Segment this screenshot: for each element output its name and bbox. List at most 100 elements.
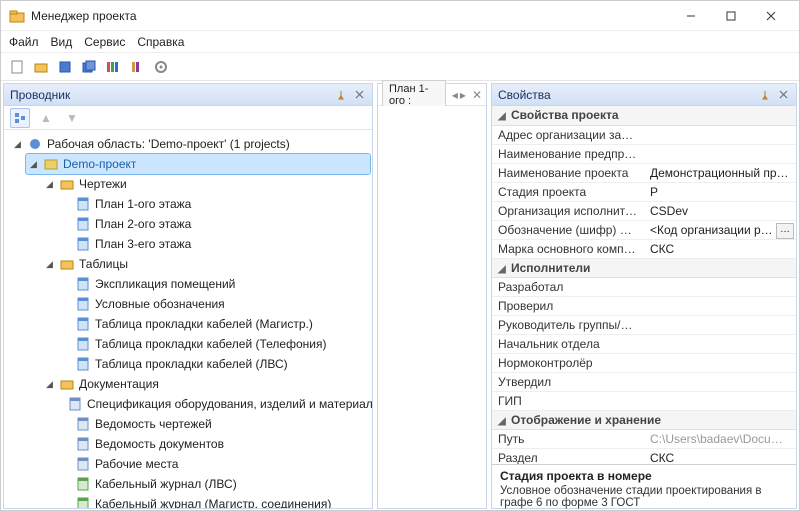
open-icon[interactable]	[31, 57, 51, 77]
properties-panel: Свойства ◢Свойства проекта Адрес организ…	[491, 83, 797, 509]
tree-item[interactable]: ·Таблица прокладки кабелей (ЛВС)	[58, 354, 370, 374]
tree-item-label: Экспликация помещений	[95, 275, 235, 293]
prop-value[interactable]	[644, 296, 796, 315]
tree-item[interactable]: ·Кабельный журнал (ЛВС)	[58, 474, 370, 494]
folder-icon	[59, 376, 75, 392]
prop-label: Организация исполнитель проекта	[492, 201, 644, 220]
collapse-icon[interactable]: ◢	[44, 379, 55, 390]
prop-value[interactable]	[644, 372, 796, 391]
docs-label[interactable]: Документация	[79, 375, 159, 393]
nav-close-icon[interactable]: ✕	[472, 88, 482, 102]
toolbar	[1, 53, 799, 81]
group-project[interactable]: Свойства проекта	[511, 108, 619, 122]
tree-item[interactable]: ·План 1-ого этажа	[58, 194, 370, 214]
project-icon	[43, 156, 59, 172]
down-arrow-icon[interactable]: ▼	[62, 108, 82, 128]
group-executors[interactable]: Исполнители	[511, 261, 590, 275]
workspace-icon	[27, 136, 43, 152]
tree-item[interactable]: ·Ведомость документов	[58, 434, 370, 454]
close-panel-icon[interactable]	[776, 88, 790, 102]
pin-icon[interactable]	[334, 88, 348, 102]
prop-value[interactable]	[644, 144, 796, 163]
collapse-icon[interactable]: ◢	[28, 159, 39, 170]
table-icon	[75, 336, 91, 352]
property-grid[interactable]: ◢Свойства проекта Адрес организации зака…	[492, 106, 796, 464]
tree-item[interactable]: ·Таблица прокладки кабелей (Магистр.)	[58, 314, 370, 334]
tree-item-label: План 3-его этажа	[95, 235, 191, 253]
explorer-title: Проводник	[10, 88, 70, 102]
tree-item[interactable]: ·Рабочие места	[58, 454, 370, 474]
close-panel-icon[interactable]	[352, 88, 366, 102]
drawing-icon	[75, 216, 91, 232]
prop-value[interactable]	[644, 391, 796, 410]
menu-view[interactable]: Вид	[51, 35, 73, 49]
prop-value[interactable]: Р	[644, 182, 796, 201]
prop-value[interactable]: C:\Users\badaev\Documents\Пр	[644, 429, 796, 448]
tree-item[interactable]: ·Условные обозначения	[58, 294, 370, 314]
tree-view-icon[interactable]	[10, 108, 30, 128]
collapse-icon[interactable]: ◢	[12, 139, 23, 150]
up-arrow-icon[interactable]: ▲	[36, 108, 56, 128]
table-icon	[75, 296, 91, 312]
menu-service[interactable]: Сервис	[84, 35, 125, 49]
plan-tab[interactable]: План 1-ого :	[382, 80, 446, 109]
prop-value[interactable]: Демонстрационный проект	[644, 163, 796, 182]
folder-icon	[59, 256, 75, 272]
tree-item-label: Кабельный журнал (Магистр. соединения)	[95, 495, 331, 508]
window-title: Менеджер проекта	[31, 9, 671, 23]
saveall-icon[interactable]	[79, 57, 99, 77]
document-icon	[67, 396, 83, 412]
menu-file[interactable]: Файл	[9, 35, 39, 49]
tree-item[interactable]: ·План 2-ого этажа	[58, 214, 370, 234]
document-icon	[75, 436, 91, 452]
books-icon[interactable]	[103, 57, 123, 77]
tables-label[interactable]: Таблицы	[79, 255, 128, 273]
document-icon	[75, 456, 91, 472]
prop-value[interactable]: СКС	[644, 239, 796, 258]
nav-prev-icon[interactable]: ◂	[452, 88, 458, 102]
collapse-icon[interactable]: ◢	[44, 259, 55, 270]
pin-icon[interactable]	[758, 88, 772, 102]
nav-next-icon[interactable]: ▸	[460, 88, 466, 102]
books2-icon[interactable]	[127, 57, 147, 77]
tree-item-label: План 1-ого этажа	[95, 195, 191, 213]
tree-item[interactable]: ·Экспликация помещений	[58, 274, 370, 294]
prop-label: Начальник отдела	[492, 334, 644, 353]
prop-label: Проверил	[492, 296, 644, 315]
prop-value[interactable]	[644, 277, 796, 296]
prop-value[interactable]	[644, 125, 796, 144]
tree-item-label: Ведомость документов	[95, 435, 224, 453]
project-tree[interactable]: ◢ Рабочая область: 'Demo-проект' (1 proj…	[4, 130, 372, 508]
prop-label: Раздел	[492, 448, 644, 464]
drawings-label[interactable]: Чертежи	[79, 175, 127, 193]
workspace-label[interactable]: Рабочая область: 'Demo-проект' (1 projec…	[47, 135, 290, 153]
minimize-button[interactable]	[671, 2, 711, 30]
tree-item[interactable]: ·Таблица прокладки кабелей (Телефония)	[58, 334, 370, 354]
properties-title: Свойства	[498, 88, 551, 102]
new-icon[interactable]	[7, 57, 27, 77]
collapse-icon[interactable]: ◢	[44, 179, 55, 190]
menu-help[interactable]: Справка	[137, 35, 184, 49]
gear-icon[interactable]	[151, 57, 171, 77]
project-node[interactable]: ◢ Demo-проект	[26, 154, 370, 174]
tree-item[interactable]: ·Кабельный журнал (Магистр. соединения)	[58, 494, 370, 508]
save-icon[interactable]	[55, 57, 75, 77]
canvas-area[interactable]	[378, 106, 486, 508]
prop-label: Руководитель группы/отделения	[492, 315, 644, 334]
prop-value[interactable]: CSDev	[644, 201, 796, 220]
tree-item[interactable]: ·Спецификация оборудования, изделий и ма…	[58, 394, 370, 414]
prop-value[interactable]	[644, 315, 796, 334]
prop-value[interactable]: <Код организации разработ	[644, 220, 796, 239]
prop-value[interactable]: СКС	[644, 448, 796, 464]
prop-value[interactable]	[644, 353, 796, 372]
tree-item[interactable]: ·План 3-его этажа	[58, 234, 370, 254]
prop-label: Марка основного комплекта	[492, 239, 644, 258]
tree-item[interactable]: ·Ведомость чертежей	[58, 414, 370, 434]
document-icon	[75, 496, 91, 508]
prop-value[interactable]	[644, 334, 796, 353]
maximize-button[interactable]	[711, 2, 751, 30]
tree-item-label: Ведомость чертежей	[95, 415, 212, 433]
group-storage[interactable]: Отображение и хранение	[511, 413, 661, 427]
close-button[interactable]	[751, 2, 791, 30]
property-description: Стадия проекта в номере Условное обознач…	[492, 464, 796, 508]
